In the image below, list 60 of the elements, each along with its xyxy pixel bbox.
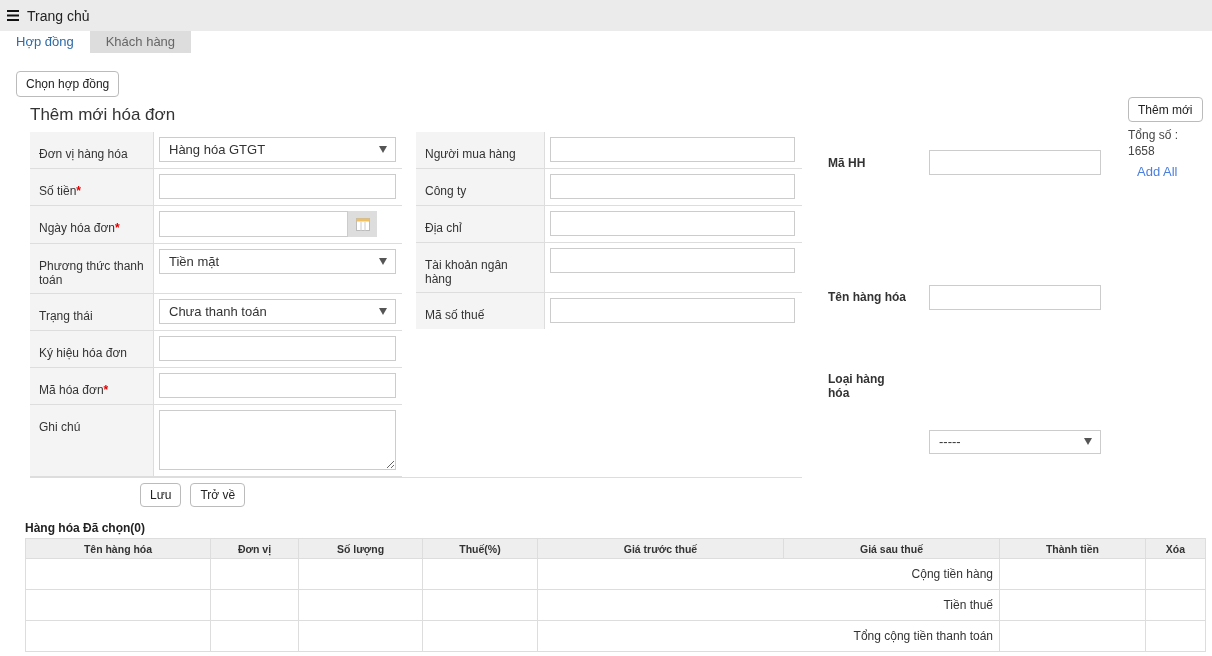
field-label: Trạng thái bbox=[30, 293, 154, 330]
input-field[interactable] bbox=[550, 211, 795, 236]
caret-icon bbox=[379, 258, 387, 265]
calendar-icon bbox=[355, 217, 370, 231]
textarea-field[interactable] bbox=[159, 410, 396, 470]
section-title: Hàng hóa Đã chọn(0) bbox=[25, 521, 146, 535]
field-label: Đơn vị hàng hóa bbox=[30, 132, 154, 168]
menu-icon[interactable] bbox=[7, 10, 19, 21]
field-label: Mã hóa đơn* bbox=[30, 367, 154, 404]
input-field[interactable] bbox=[550, 298, 795, 323]
action-button[interactable]: Lưu bbox=[140, 483, 182, 507]
field-label: Công ty bbox=[416, 168, 545, 205]
column-header: Số lượng bbox=[298, 538, 423, 559]
select-field[interactable]: ----- bbox=[929, 429, 1101, 454]
summary-label: Tiền thuế bbox=[537, 589, 1000, 621]
column-header: Xóa bbox=[1145, 538, 1206, 559]
add-all-link[interactable]: Add All bbox=[1137, 164, 1178, 179]
input-field[interactable] bbox=[550, 174, 795, 199]
field-label: Địa chỉ bbox=[416, 205, 545, 242]
select-field[interactable]: Tiền mặt bbox=[159, 249, 396, 274]
input-field[interactable] bbox=[159, 336, 396, 361]
caret-icon bbox=[379, 146, 387, 153]
add-new-button[interactable]: Thêm mới bbox=[1128, 97, 1203, 122]
field-label: Mã số thuế bbox=[416, 292, 545, 329]
input-field[interactable] bbox=[550, 248, 795, 273]
field-label: Mã HH bbox=[828, 155, 867, 170]
input-field[interactable] bbox=[929, 150, 1101, 176]
select-field[interactable]: Hàng hóa GTGT bbox=[159, 137, 396, 162]
choose-contract-button[interactable]: Chọn hợp đồng bbox=[16, 71, 120, 97]
summary-label: Tổng cộng tiền thanh toán bbox=[537, 620, 1000, 652]
column-header: Thành tiền bbox=[999, 538, 1146, 559]
form-title: Thêm mới hóa đơn bbox=[30, 104, 177, 126]
input-field[interactable] bbox=[929, 285, 1101, 310]
field-label: Tài khoản ngân hàng bbox=[416, 242, 545, 292]
column-header: Tên hàng hóa bbox=[25, 538, 211, 559]
input-field[interactable] bbox=[550, 137, 795, 162]
column-header: Giá sau thuế bbox=[783, 538, 1000, 559]
calendar-button[interactable] bbox=[348, 211, 377, 237]
input-field[interactable] bbox=[159, 373, 396, 398]
field-label: Số tiền* bbox=[30, 168, 154, 205]
column-header: Giá trước thuế bbox=[537, 538, 784, 559]
summary-label: Cộng tiền hàng bbox=[537, 558, 1000, 590]
field-label: Tên hàng hóa bbox=[828, 290, 907, 305]
column-header: Đơn vị bbox=[210, 538, 299, 559]
total-count: Tổng số : 1658 bbox=[1128, 127, 1180, 159]
input-field[interactable] bbox=[159, 174, 396, 199]
action-button[interactable]: Trở về bbox=[190, 483, 246, 507]
caret-icon bbox=[379, 308, 387, 315]
column-header: Thuế(%) bbox=[422, 538, 538, 559]
field-label: Ghi chú bbox=[30, 404, 154, 476]
select-field[interactable]: Chưa thanh toán bbox=[159, 299, 396, 324]
field-label: Phương thức thanh toán bbox=[30, 243, 154, 293]
caret-icon bbox=[1084, 438, 1092, 446]
page-title: Trang chủ bbox=[27, 7, 90, 24]
date-field[interactable] bbox=[159, 211, 348, 237]
tab[interactable]: Khách hàng bbox=[89, 31, 192, 53]
field-label: Ký hiệu hóa đơn bbox=[30, 330, 154, 367]
field-label: Loại hàng hóa bbox=[828, 371, 886, 401]
field-label: Ngày hóa đơn* bbox=[30, 205, 154, 243]
field-label: Người mua hàng bbox=[416, 132, 545, 168]
